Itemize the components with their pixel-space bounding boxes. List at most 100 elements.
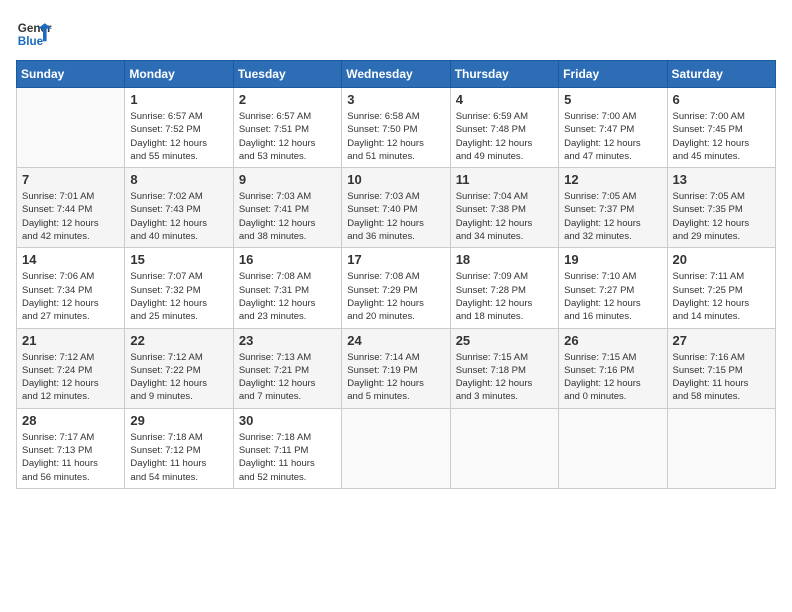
day-number: 26: [564, 333, 661, 348]
day-info: Sunrise: 7:17 AM Sunset: 7:13 PM Dayligh…: [22, 431, 119, 484]
day-info: Sunrise: 7:12 AM Sunset: 7:22 PM Dayligh…: [130, 351, 227, 404]
day-info: Sunrise: 7:00 AM Sunset: 7:47 PM Dayligh…: [564, 110, 661, 163]
calendar-day-cell: 19 Sunrise: 7:10 AM Sunset: 7:27 PM Dayli…: [559, 248, 667, 328]
day-number: 7: [22, 172, 119, 187]
day-header-monday: Monday: [125, 61, 233, 88]
calendar-day-cell: 2Sunrise: 6:57 AM Sunset: 7:51 PM Daylig…: [233, 88, 341, 168]
calendar-day-cell: 28 Sunrise: 7:17 AM Sunset: 7:13 PM Dayli…: [17, 408, 125, 488]
calendar-day-cell: [17, 88, 125, 168]
logo-icon: General Blue: [16, 16, 52, 52]
day-info: Sunrise: 7:04 AM Sunset: 7:38 PM Dayligh…: [456, 190, 553, 243]
calendar-day-cell: 24 Sunrise: 7:14 AM Sunset: 7:19 PM Dayli…: [342, 328, 450, 408]
day-info: Sunrise: 7:15 AM Sunset: 7:18 PM Dayligh…: [456, 351, 553, 404]
day-info: Sunrise: 7:05 AM Sunset: 7:35 PM Dayligh…: [673, 190, 770, 243]
day-info: Sunrise: 7:09 AM Sunset: 7:28 PM Dayligh…: [456, 270, 553, 323]
day-info: Sunrise: 7:14 AM Sunset: 7:19 PM Dayligh…: [347, 351, 444, 404]
calendar-day-cell: 15 Sunrise: 7:07 AM Sunset: 7:32 PM Dayli…: [125, 248, 233, 328]
calendar-week-row: 21 Sunrise: 7:12 AM Sunset: 7:24 PM Dayli…: [17, 328, 776, 408]
day-number: 9: [239, 172, 336, 187]
day-number: 3: [347, 92, 444, 107]
day-header-sunday: Sunday: [17, 61, 125, 88]
day-number: 11: [456, 172, 553, 187]
calendar-day-cell: 18 Sunrise: 7:09 AM Sunset: 7:28 PM Dayli…: [450, 248, 558, 328]
calendar-header-row: SundayMondayTuesdayWednesdayThursdayFrid…: [17, 61, 776, 88]
day-number: 1: [130, 92, 227, 107]
calendar-day-cell: 11 Sunrise: 7:04 AM Sunset: 7:38 PM Dayli…: [450, 168, 558, 248]
day-info: Sunrise: 7:12 AM Sunset: 7:24 PM Dayligh…: [22, 351, 119, 404]
day-number: 30: [239, 413, 336, 428]
day-info: Sunrise: 6:57 AM Sunset: 7:52 PM Dayligh…: [130, 110, 227, 163]
day-header-saturday: Saturday: [667, 61, 775, 88]
day-number: 28: [22, 413, 119, 428]
day-number: 22: [130, 333, 227, 348]
calendar-day-cell: [559, 408, 667, 488]
day-number: 21: [22, 333, 119, 348]
day-number: 5: [564, 92, 661, 107]
svg-text:Blue: Blue: [18, 35, 44, 48]
day-info: Sunrise: 7:10 AM Sunset: 7:27 PM Dayligh…: [564, 270, 661, 323]
day-number: 24: [347, 333, 444, 348]
calendar-day-cell: 8Sunrise: 7:02 AM Sunset: 7:43 PM Daylig…: [125, 168, 233, 248]
logo: General Blue: [16, 16, 52, 52]
svg-text:General: General: [18, 22, 52, 35]
calendar-day-cell: 16Sunrise: 7:08 AM Sunset: 7:31 PM Dayli…: [233, 248, 341, 328]
day-number: 25: [456, 333, 553, 348]
calendar-day-cell: 1 Sunrise: 6:57 AM Sunset: 7:52 PM Daylig…: [125, 88, 233, 168]
day-number: 10: [347, 172, 444, 187]
calendar-day-cell: 25 Sunrise: 7:15 AM Sunset: 7:18 PM Dayli…: [450, 328, 558, 408]
calendar-day-cell: 30 Sunrise: 7:18 AM Sunset: 7:11 PM Dayli…: [233, 408, 341, 488]
calendar-day-cell: 22 Sunrise: 7:12 AM Sunset: 7:22 PM Dayli…: [125, 328, 233, 408]
day-number: 4: [456, 92, 553, 107]
day-number: 2: [239, 92, 336, 107]
day-info: Sunrise: 7:11 AM Sunset: 7:25 PM Dayligh…: [673, 270, 770, 323]
day-info: Sunrise: 7:06 AM Sunset: 7:34 PM Dayligh…: [22, 270, 119, 323]
calendar-day-cell: [667, 408, 775, 488]
calendar-week-row: 28 Sunrise: 7:17 AM Sunset: 7:13 PM Dayli…: [17, 408, 776, 488]
calendar-day-cell: 20Sunrise: 7:11 AM Sunset: 7:25 PM Dayli…: [667, 248, 775, 328]
calendar-day-cell: [450, 408, 558, 488]
day-info: Sunrise: 7:18 AM Sunset: 7:12 PM Dayligh…: [130, 431, 227, 484]
calendar-day-cell: 14 Sunrise: 7:06 AM Sunset: 7:34 PM Dayli…: [17, 248, 125, 328]
calendar-week-row: 1 Sunrise: 6:57 AM Sunset: 7:52 PM Daylig…: [17, 88, 776, 168]
day-info: Sunrise: 7:05 AM Sunset: 7:37 PM Dayligh…: [564, 190, 661, 243]
calendar-day-cell: 17Sunrise: 7:08 AM Sunset: 7:29 PM Dayli…: [342, 248, 450, 328]
day-header-tuesday: Tuesday: [233, 61, 341, 88]
calendar-day-cell: 21 Sunrise: 7:12 AM Sunset: 7:24 PM Dayli…: [17, 328, 125, 408]
day-number: 14: [22, 252, 119, 267]
day-info: Sunrise: 7:03 AM Sunset: 7:40 PM Dayligh…: [347, 190, 444, 243]
calendar-day-cell: 4 Sunrise: 6:59 AM Sunset: 7:48 PM Daylig…: [450, 88, 558, 168]
day-number: 6: [673, 92, 770, 107]
calendar-day-cell: 6 Sunrise: 7:00 AM Sunset: 7:45 PM Daylig…: [667, 88, 775, 168]
day-info: Sunrise: 7:02 AM Sunset: 7:43 PM Dayligh…: [130, 190, 227, 243]
day-number: 23: [239, 333, 336, 348]
calendar-day-cell: 26 Sunrise: 7:15 AM Sunset: 7:16 PM Dayli…: [559, 328, 667, 408]
day-number: 17: [347, 252, 444, 267]
day-header-wednesday: Wednesday: [342, 61, 450, 88]
calendar-day-cell: 29 Sunrise: 7:18 AM Sunset: 7:12 PM Dayli…: [125, 408, 233, 488]
calendar-week-row: 7 Sunrise: 7:01 AM Sunset: 7:44 PM Daylig…: [17, 168, 776, 248]
day-info: Sunrise: 7:03 AM Sunset: 7:41 PM Dayligh…: [239, 190, 336, 243]
calendar-day-cell: 10 Sunrise: 7:03 AM Sunset: 7:40 PM Dayli…: [342, 168, 450, 248]
calendar-day-cell: 5 Sunrise: 7:00 AM Sunset: 7:47 PM Daylig…: [559, 88, 667, 168]
calendar-day-cell: 3 Sunrise: 6:58 AM Sunset: 7:50 PM Daylig…: [342, 88, 450, 168]
day-info: Sunrise: 7:07 AM Sunset: 7:32 PM Dayligh…: [130, 270, 227, 323]
day-header-thursday: Thursday: [450, 61, 558, 88]
calendar-day-cell: 27Sunrise: 7:16 AM Sunset: 7:15 PM Dayli…: [667, 328, 775, 408]
day-info: Sunrise: 7:13 AM Sunset: 7:21 PM Dayligh…: [239, 351, 336, 404]
day-header-friday: Friday: [559, 61, 667, 88]
day-info: Sunrise: 7:15 AM Sunset: 7:16 PM Dayligh…: [564, 351, 661, 404]
day-info: Sunrise: 6:59 AM Sunset: 7:48 PM Dayligh…: [456, 110, 553, 163]
day-number: 18: [456, 252, 553, 267]
day-number: 15: [130, 252, 227, 267]
day-number: 27: [673, 333, 770, 348]
day-info: Sunrise: 7:00 AM Sunset: 7:45 PM Dayligh…: [673, 110, 770, 163]
day-number: 13: [673, 172, 770, 187]
day-number: 19: [564, 252, 661, 267]
day-number: 12: [564, 172, 661, 187]
day-info: Sunrise: 6:58 AM Sunset: 7:50 PM Dayligh…: [347, 110, 444, 163]
day-number: 16: [239, 252, 336, 267]
calendar-day-cell: 7 Sunrise: 7:01 AM Sunset: 7:44 PM Daylig…: [17, 168, 125, 248]
day-number: 29: [130, 413, 227, 428]
day-info: Sunrise: 7:18 AM Sunset: 7:11 PM Dayligh…: [239, 431, 336, 484]
day-info: Sunrise: 7:01 AM Sunset: 7:44 PM Dayligh…: [22, 190, 119, 243]
